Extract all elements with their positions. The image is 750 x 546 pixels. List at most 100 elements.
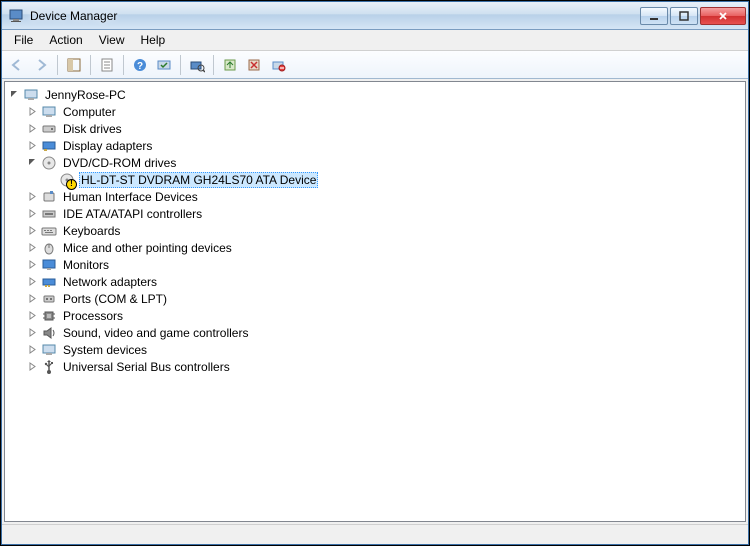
tree-category-ide[interactable]: IDE ATA/ATAPI controllers	[27, 205, 745, 222]
properties-button[interactable]	[96, 54, 118, 76]
keyboard-icon	[41, 223, 57, 239]
statusbar	[2, 524, 748, 544]
action-button[interactable]	[153, 54, 175, 76]
toolbar-separator	[57, 55, 58, 75]
tree-root[interactable]: JennyRose-PC	[9, 86, 745, 103]
ports-icon	[41, 291, 57, 307]
ide-controller-icon	[41, 206, 57, 222]
tree-label: Ports (COM & LPT)	[61, 292, 169, 306]
menu-file[interactable]: File	[6, 31, 41, 49]
tree-category-processors[interactable]: Processors	[27, 307, 745, 324]
minimize-button[interactable]	[640, 7, 668, 25]
dvd-drive-warning-icon	[59, 172, 75, 188]
tree-label-selected: HL-DT-ST DVDRAM GH24LS70 ATA Device	[79, 172, 318, 188]
expand-icon[interactable]	[27, 243, 37, 253]
window-controls	[638, 7, 746, 25]
menu-view[interactable]: View	[91, 31, 133, 49]
display-adapter-icon	[41, 138, 57, 154]
expand-icon[interactable]	[27, 124, 37, 134]
tree-category-dvd-cdrom[interactable]: DVD/CD-ROM drives	[27, 154, 745, 171]
sound-icon	[41, 325, 57, 341]
tree-device-dvd[interactable]: HL-DT-ST DVDRAM GH24LS70 ATA Device	[45, 171, 745, 188]
expand-icon[interactable]	[27, 260, 37, 270]
mouse-icon	[41, 240, 57, 256]
tree-category-ports[interactable]: Ports (COM & LPT)	[27, 290, 745, 307]
tree-category-sound[interactable]: Sound, video and game controllers	[27, 324, 745, 341]
toolbar-separator	[90, 55, 91, 75]
processor-icon	[41, 308, 57, 324]
back-button[interactable]	[6, 54, 28, 76]
toolbar: ?	[2, 51, 748, 79]
tree-category-system-devices[interactable]: System devices	[27, 341, 745, 358]
show-hide-tree-button[interactable]	[63, 54, 85, 76]
tree-label: Human Interface Devices	[61, 190, 200, 204]
hid-icon	[41, 189, 57, 205]
expand-icon[interactable]	[27, 362, 37, 372]
help-button[interactable]: ?	[129, 54, 151, 76]
collapse-icon[interactable]	[9, 90, 19, 100]
expand-icon[interactable]	[27, 328, 37, 338]
computer-root-icon	[23, 87, 39, 103]
toolbar-separator	[123, 55, 124, 75]
tree-category-network[interactable]: Network adapters	[27, 273, 745, 290]
tree-label: Disk drives	[61, 122, 124, 136]
tree-label: Keyboards	[61, 224, 122, 238]
tree-label: Universal Serial Bus controllers	[61, 360, 232, 374]
tree-category-computer[interactable]: Computer	[27, 103, 745, 120]
device-manager-window: Device Manager File Action View Help ?	[1, 1, 749, 545]
tree-category-keyboards[interactable]: Keyboards	[27, 222, 745, 239]
tree-category-hid[interactable]: Human Interface Devices	[27, 188, 745, 205]
tree-label: Display adapters	[61, 139, 154, 153]
tree-category-monitors[interactable]: Monitors	[27, 256, 745, 273]
expand-icon[interactable]	[27, 107, 37, 117]
tree-label: Network adapters	[61, 275, 159, 289]
expand-icon[interactable]	[27, 192, 37, 202]
content-area: JennyRose-PC Computer Disk drives	[2, 79, 748, 524]
expand-icon[interactable]	[27, 226, 37, 236]
menu-action[interactable]: Action	[41, 31, 90, 49]
tree-label: DVD/CD-ROM drives	[61, 156, 178, 170]
computer-icon	[41, 104, 57, 120]
expand-icon[interactable]	[27, 141, 37, 151]
maximize-button[interactable]	[670, 7, 698, 25]
tree-category-disk-drives[interactable]: Disk drives	[27, 120, 745, 137]
tree-category-usb[interactable]: Universal Serial Bus controllers	[27, 358, 745, 375]
menubar: File Action View Help	[2, 30, 748, 51]
tree-label: Processors	[61, 309, 125, 323]
expand-icon[interactable]	[27, 294, 37, 304]
app-icon	[8, 8, 24, 24]
tree-label: System devices	[61, 343, 149, 357]
window-title: Device Manager	[30, 9, 638, 23]
disable-button[interactable]	[267, 54, 289, 76]
tree-label: Monitors	[61, 258, 111, 272]
forward-button[interactable]	[30, 54, 52, 76]
tree-label: Computer	[61, 105, 118, 119]
svg-text:?: ?	[137, 61, 143, 72]
toolbar-separator	[180, 55, 181, 75]
network-adapter-icon	[41, 274, 57, 290]
expand-icon[interactable]	[27, 311, 37, 321]
expander-spacer	[45, 175, 55, 185]
uninstall-button[interactable]	[243, 54, 265, 76]
toolbar-separator	[213, 55, 214, 75]
tree-category-mice[interactable]: Mice and other pointing devices	[27, 239, 745, 256]
tree-label: Sound, video and game controllers	[61, 326, 250, 340]
tree-label: JennyRose-PC	[43, 88, 128, 102]
device-tree-panel[interactable]: JennyRose-PC Computer Disk drives	[4, 81, 746, 522]
tree-category-display-adapters[interactable]: Display adapters	[27, 137, 745, 154]
expand-icon[interactable]	[27, 345, 37, 355]
collapse-icon[interactable]	[27, 158, 37, 168]
expand-icon[interactable]	[27, 209, 37, 219]
dvd-drive-icon	[41, 155, 57, 171]
system-device-icon	[41, 342, 57, 358]
scan-hardware-button[interactable]	[186, 54, 208, 76]
titlebar[interactable]: Device Manager	[2, 2, 748, 30]
tree-label: Mice and other pointing devices	[61, 241, 234, 255]
close-button[interactable]	[700, 7, 746, 25]
usb-icon	[41, 359, 57, 375]
menu-help[interactable]: Help	[133, 31, 174, 49]
tree-label: IDE ATA/ATAPI controllers	[61, 207, 204, 221]
expand-icon[interactable]	[27, 277, 37, 287]
update-driver-button[interactable]	[219, 54, 241, 76]
monitor-icon	[41, 257, 57, 273]
